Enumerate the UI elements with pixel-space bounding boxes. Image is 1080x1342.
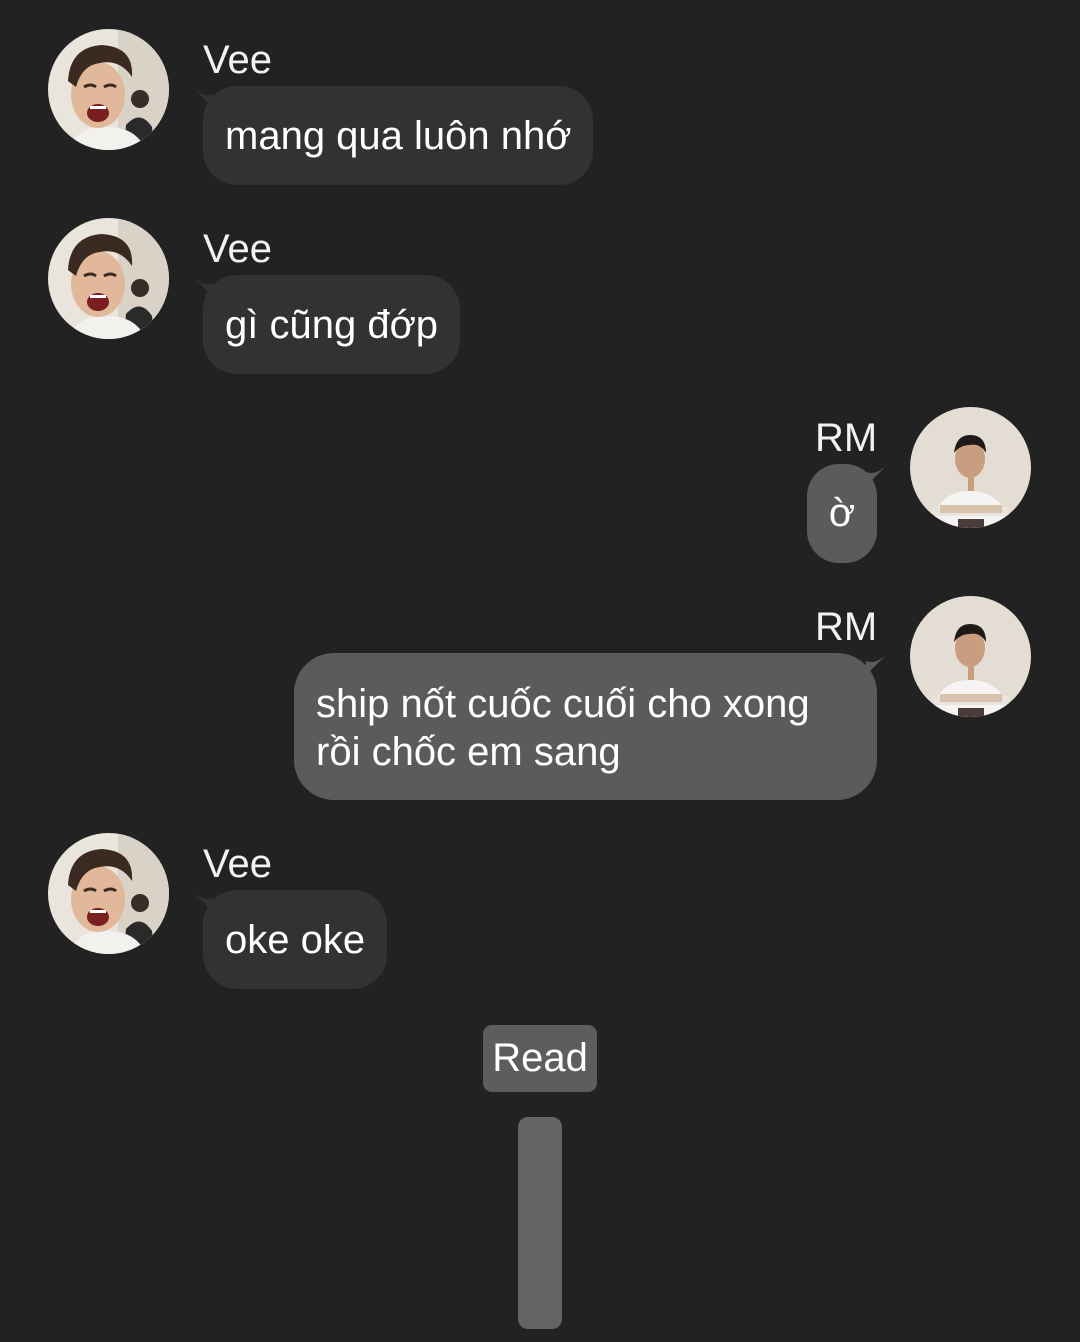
message-bubble[interactable]: mang qua luôn nhớ (203, 86, 594, 185)
vee-avatar[interactable] (48, 833, 169, 954)
message-text: ờ (828, 491, 856, 535)
message-text: oke oke (225, 918, 366, 962)
vee-avatar[interactable] (48, 29, 169, 150)
vee-avatar-image (48, 833, 169, 954)
message-text: gì cũng đớp (225, 303, 439, 347)
message-bubble[interactable]: ship nốt cuốc cuối cho xong rồi chốc em … (294, 653, 877, 800)
rm-avatar-image (910, 596, 1031, 717)
message-bubble[interactable]: ờ (807, 464, 877, 563)
rm-avatar[interactable] (910, 407, 1031, 528)
rm-avatar[interactable] (910, 596, 1031, 717)
sender-name-rm: RM (815, 605, 878, 649)
sender-name-rm: RM (815, 416, 878, 460)
message-bubble[interactable]: gì cũng đớp (203, 275, 461, 374)
sender-name-vee: Vee (203, 38, 272, 82)
scroll-thumb[interactable] (518, 1117, 562, 1329)
vee-avatar-image (48, 29, 169, 150)
vee-avatar-image (48, 218, 169, 339)
vee-avatar[interactable] (48, 218, 169, 339)
message-text-line: rồi chốc em sang (316, 730, 621, 774)
message-text-line: ship nốt cuốc cuối cho xong (316, 682, 810, 726)
message-bubble[interactable]: oke oke (203, 890, 388, 989)
sender-name-vee: Vee (203, 227, 272, 271)
sender-name-vee: Vee (203, 842, 272, 886)
message-text: mang qua luôn nhớ (225, 114, 572, 158)
rm-avatar-image (910, 407, 1031, 528)
read-status-badge: Read (483, 1025, 597, 1092)
